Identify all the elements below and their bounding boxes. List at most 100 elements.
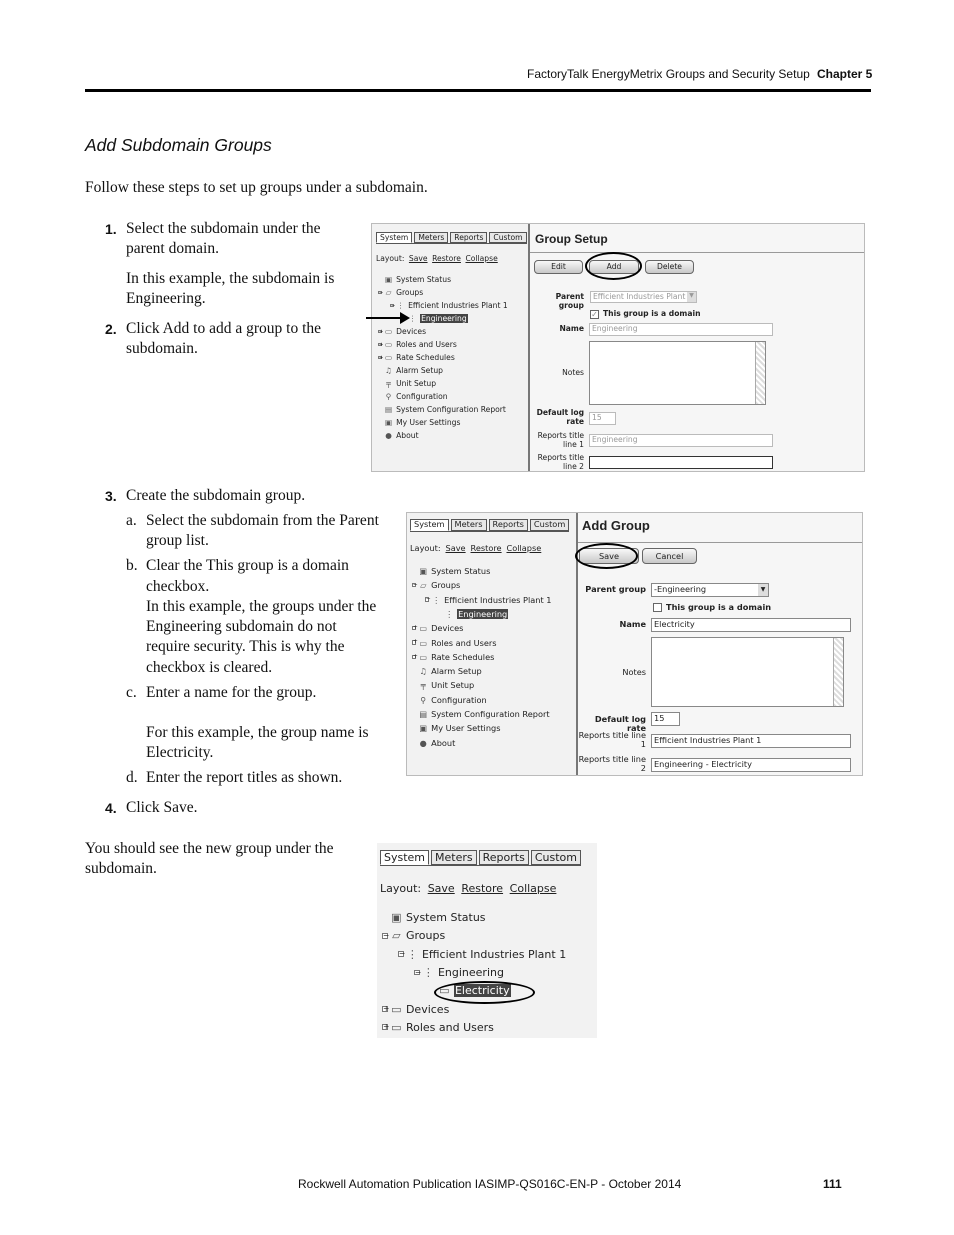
tree-item[interactable]: ▣ My User Settings: [412, 723, 500, 733]
parent-group-select[interactable]: -Engineering ▼: [651, 583, 769, 597]
expand-icon[interactable]: +: [378, 355, 383, 360]
tree-item[interactable]: ▣ My User Settings: [378, 418, 460, 427]
step-text: Select the subdomain under the: [126, 220, 321, 237]
collapse-icon[interactable]: −: [414, 968, 421, 976]
default-log-rate-input[interactable]: 15: [589, 412, 616, 425]
domain-checkbox-row[interactable]: ✓ This group is a domain: [590, 309, 700, 319]
tree-item[interactable]: − ▱ Groups: [382, 929, 445, 942]
tree-item[interactable]: + ▭ Devices: [382, 1003, 449, 1016]
collapse-icon[interactable]: −: [412, 582, 418, 588]
default-log-rate-input[interactable]: 15: [651, 712, 680, 726]
tree-item[interactable]: − ▱ Groups: [378, 288, 423, 297]
layout-save-link[interactable]: Save: [446, 543, 466, 553]
layout-collapse-link[interactable]: Collapse: [465, 254, 497, 263]
tree-item[interactable]: ● About: [412, 738, 456, 748]
layout-collapse-link[interactable]: Collapse: [510, 882, 557, 895]
tree-item[interactable]: − ⋮ Engineering: [414, 966, 504, 979]
parent-group-select[interactable]: Efficient Industries Plant 1 ▼: [590, 291, 697, 303]
tree-item[interactable]: + ▭ Devices: [412, 623, 463, 633]
layout-restore-link[interactable]: Restore: [461, 882, 503, 895]
notes-textarea[interactable]: [589, 341, 766, 405]
tree-item[interactable]: − ⋮ Efficient Industries Plant 1: [425, 595, 551, 605]
layout-save-link[interactable]: Save: [428, 882, 455, 895]
name-input[interactable]: Electricity: [651, 618, 851, 632]
tree-item[interactable]: − ⋮ Efficient Industries Plant 1: [390, 301, 508, 310]
name-input[interactable]: Engineering: [589, 323, 773, 336]
notes-textarea[interactable]: [651, 637, 844, 707]
reports-title-line1-input[interactable]: Efficient Industries Plant 1: [651, 734, 851, 748]
tab-system[interactable]: System: [410, 519, 449, 531]
reports-title-line1-input[interactable]: Engineering: [589, 434, 773, 447]
tab-reports[interactable]: Reports: [478, 850, 529, 866]
tree-item[interactable]: + ▭ Roles and Users: [412, 638, 497, 648]
expand-icon[interactable]: +: [378, 329, 383, 334]
tree-item[interactable]: ⋮ Engineering: [402, 314, 468, 323]
tree-item[interactable]: − ▱ Groups: [412, 580, 460, 590]
expand-icon[interactable]: +: [378, 342, 383, 347]
tree-item[interactable]: ♫ Alarm Setup: [378, 366, 443, 375]
tree-item[interactable]: + ▭ Roles and Users: [382, 1021, 494, 1034]
layout-save-link[interactable]: Save: [409, 254, 428, 263]
expand-icon[interactable]: +: [412, 639, 418, 645]
label-line: line 2: [563, 461, 584, 471]
collapse-icon[interactable]: −: [382, 932, 389, 939]
tab-reports[interactable]: Reports: [488, 519, 528, 531]
collapse-icon[interactable]: −: [390, 303, 395, 308]
expand-icon[interactable]: +: [412, 625, 418, 631]
tree-item[interactable]: + ▭ Devices: [378, 327, 426, 336]
cancel-button[interactable]: Cancel: [642, 548, 697, 564]
tree-item[interactable]: ╤ Unit Setup: [378, 379, 436, 388]
tree-item[interactable]: ▣ System Status: [378, 275, 451, 284]
collapse-icon[interactable]: −: [378, 290, 383, 295]
tab-meters[interactable]: Meters: [450, 519, 487, 531]
scrollbar[interactable]: [755, 342, 765, 404]
tab-bar: System Meters Reports Custom: [410, 519, 570, 532]
tab-custom[interactable]: Custom: [530, 850, 581, 866]
tree-item[interactable]: + ▭ Rate Schedules: [378, 353, 455, 362]
substep-text: group list.: [146, 532, 209, 549]
tab-system[interactable]: System: [380, 850, 430, 866]
domain-checkbox[interactable]: ✓: [590, 309, 599, 319]
collapse-icon[interactable]: −: [398, 950, 405, 957]
tree-item[interactable]: ▣ System Status: [412, 566, 490, 576]
tree-item[interactable]: + ▭ Rate Schedules: [412, 652, 494, 662]
domain-checkbox[interactable]: [653, 603, 662, 612]
report-icon: ▤: [419, 709, 428, 719]
folder-icon: ▭: [384, 340, 393, 349]
expand-icon[interactable]: +: [382, 1005, 389, 1012]
tab-reports[interactable]: Reports: [450, 232, 488, 244]
domain-checkbox-row[interactable]: This group is a domain: [653, 602, 771, 612]
tab-custom[interactable]: Custom: [529, 519, 570, 531]
tab-meters[interactable]: Meters: [431, 850, 477, 866]
collapse-icon[interactable]: −: [425, 596, 431, 602]
tab-meters[interactable]: Meters: [414, 232, 449, 244]
tree-item-label: Rate Schedules: [396, 353, 455, 362]
tree-item[interactable]: ▤ System Configuration Report: [412, 709, 549, 719]
tree-item[interactable]: ▣ System Status: [382, 911, 485, 924]
tree-item[interactable]: ♫ Alarm Setup: [412, 666, 482, 676]
layout-collapse-link[interactable]: Collapse: [507, 543, 542, 553]
reports-title-line2-input[interactable]: [589, 456, 773, 469]
tree-item[interactable]: + ▭ Roles and Users: [378, 340, 457, 349]
layout-restore-link[interactable]: Restore: [471, 543, 502, 553]
tree-item[interactable]: ▤ System Configuration Report: [378, 405, 506, 414]
edit-button[interactable]: Edit: [534, 260, 583, 274]
tab-system[interactable]: System: [376, 232, 413, 244]
scrollbar[interactable]: [833, 638, 843, 706]
tree-item[interactable]: ⚲ Configuration: [412, 695, 486, 705]
delete-button[interactable]: Delete: [645, 260, 694, 274]
tab-bar: System Meters Reports Custom: [376, 232, 527, 245]
tree-item[interactable]: ⋮ Engineering: [438, 608, 509, 619]
expand-icon[interactable]: +: [412, 654, 418, 660]
tab-custom[interactable]: Custom: [489, 232, 527, 244]
step-number: 3.: [105, 488, 117, 504]
tree-item[interactable]: ╤ Unit Setup: [412, 680, 475, 690]
layout-restore-link[interactable]: Restore: [432, 254, 461, 263]
reports-title-line2-input[interactable]: Engineering - Electricity: [651, 758, 851, 772]
tree-item[interactable]: − ⋮ Efficient Industries Plant 1: [398, 948, 566, 961]
tree-item[interactable]: ⚲ Configuration: [378, 392, 448, 401]
expand-icon[interactable]: +: [382, 1023, 389, 1031]
tree-item[interactable]: ● About: [378, 431, 418, 440]
parent-group-label: Parent group: [555, 292, 584, 310]
folder-icon: ▭: [419, 637, 428, 648]
